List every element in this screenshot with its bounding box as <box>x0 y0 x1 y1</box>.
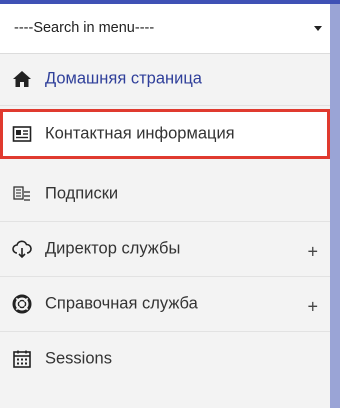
scroll-track <box>330 4 340 408</box>
sidebar-item-service-director[interactable]: Директор службы + <box>0 224 330 274</box>
menu-search-text: ----Search in menu---- <box>14 20 155 36</box>
sidebar-item-contact-info[interactable]: Контактная информация <box>0 109 330 159</box>
sidebar-item-sessions[interactable]: Sessions <box>0 334 330 384</box>
contact-card-icon <box>12 126 32 142</box>
sidebar-item-label: Sessions <box>45 349 112 368</box>
divider <box>0 331 330 332</box>
lifebuoy-icon <box>12 294 32 314</box>
sidebar-item-label: Контактная информация <box>45 124 235 143</box>
sidebar-menu: Домашняя страница Контактная информация … <box>0 54 330 408</box>
divider <box>0 221 330 222</box>
sidebar-item-label: Подписки <box>45 184 119 203</box>
sidebar-item-subscriptions[interactable]: Подписки <box>0 169 330 219</box>
expand-plus-icon[interactable]: + <box>307 297 318 318</box>
sidebar-item-label: Справочная служба <box>45 294 198 313</box>
menu-search-select[interactable]: ----Search in menu---- <box>0 4 330 54</box>
dropdown-caret-icon <box>314 26 322 31</box>
calendar-icon <box>13 350 31 368</box>
sidebar-item-label: Домашняя страница <box>45 69 202 88</box>
expand-plus-icon[interactable]: + <box>307 242 318 263</box>
home-icon <box>13 71 31 87</box>
divider <box>0 105 330 106</box>
sidebar-item-help-desk[interactable]: Справочная служба + <box>0 279 330 329</box>
sidebar-item-home[interactable]: Домашняя страница <box>0 54 330 104</box>
cloud-director-icon <box>12 240 32 259</box>
divider <box>0 276 330 277</box>
sidebar-item-label: Директор службы <box>45 239 181 258</box>
subscriptions-icon <box>13 186 30 201</box>
